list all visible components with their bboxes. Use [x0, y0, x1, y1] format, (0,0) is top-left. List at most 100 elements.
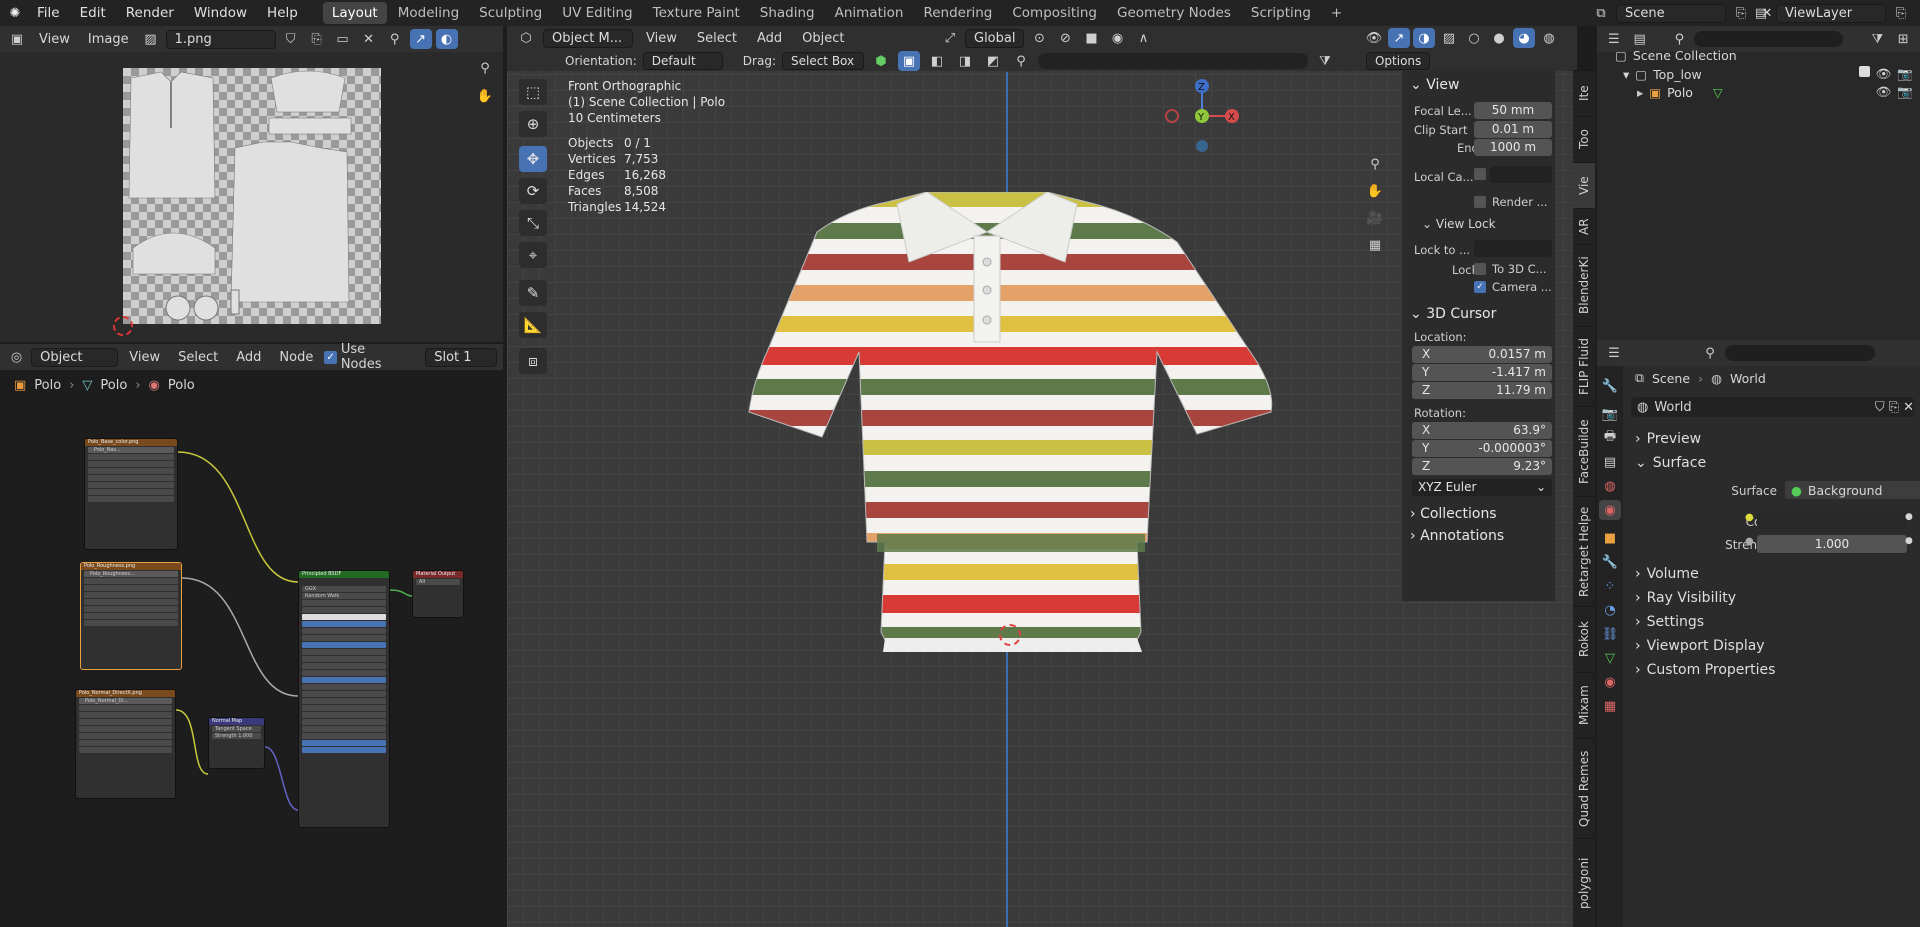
- unlink-image-icon[interactable]: ✕: [358, 29, 380, 49]
- strength-socket-icon[interactable]: ●: [1745, 536, 1754, 547]
- select-mode-icon[interactable]: ⬢: [870, 51, 892, 71]
- overlay-icon[interactable]: ◑: [1413, 28, 1435, 48]
- outliner-row-polo[interactable]: ▸ ▣ Polo ▽ 👁 📷: [1637, 84, 1913, 100]
- gizmo-toggle-icon[interactable]: ◐: [435, 29, 458, 49]
- output-tab-icon[interactable]: 🖶: [1599, 428, 1621, 448]
- strength-field[interactable]: 1.000: [1757, 535, 1907, 553]
- lock-to-cursor-checkbox[interactable]: [1474, 263, 1486, 275]
- world-browse-icon[interactable]: ◍: [1637, 400, 1648, 415]
- tool-transform[interactable]: ⌖: [519, 242, 547, 268]
- blender-logo-icon[interactable]: ✺: [4, 3, 26, 23]
- node-bsdf-sss[interactable]: Random Walk: [302, 593, 386, 599]
- clip-start-field[interactable]: 0.01 m: [1474, 121, 1552, 138]
- lock-camera-checkbox[interactable]: ✓: [1474, 281, 1486, 293]
- xray-icon[interactable]: ▨: [1438, 28, 1460, 48]
- tab-item[interactable]: Ite: [1573, 70, 1595, 116]
- world-tab-icon[interactable]: ◉: [1599, 500, 1621, 520]
- world-unlink-icon[interactable]: ✕: [1903, 400, 1914, 415]
- clip-end-field[interactable]: 1000 m: [1474, 139, 1552, 156]
- node-roughness-image[interactable]: Polo_Roughness...: [84, 571, 178, 577]
- outliner-type-icon[interactable]: ☰: [1603, 29, 1625, 49]
- focal-length-field[interactable]: 50 mm: [1474, 102, 1552, 119]
- image-name-field[interactable]: 1.png: [165, 29, 276, 49]
- tab-ar[interactable]: AR: [1573, 208, 1595, 244]
- expand-arrow-icon[interactable]: ▸: [1637, 85, 1643, 100]
- node-roughness-texture[interactable]: Polo_Roughness.png Polo_Roughness...: [80, 562, 182, 670]
- node-output-target[interactable]: All: [416, 579, 460, 585]
- collections-section-header[interactable]: › Collections: [1410, 506, 1497, 522]
- drag-dropdown[interactable]: Select Box: [781, 52, 864, 70]
- outliner-filter-icon[interactable]: ⧩: [1867, 29, 1889, 49]
- modifier-tab-icon[interactable]: 🔧: [1599, 552, 1621, 572]
- tab-mixamo[interactable]: Mixam: [1573, 672, 1595, 738]
- world-fake-user-icon[interactable]: ⛉: [1875, 400, 1885, 415]
- cursor-rot-y-field[interactable]: Y -0.000003°: [1412, 440, 1552, 457]
- tool-rotate[interactable]: ⟳: [519, 178, 547, 204]
- cursor-loc-y-field[interactable]: Y -1.417 m: [1412, 364, 1552, 381]
- cursor-rot-x-field[interactable]: X 63.9°: [1412, 422, 1552, 439]
- new-viewlayer-icon[interactable]: ⎘: [1890, 3, 1912, 23]
- material-preview-icon[interactable]: ◕: [1513, 28, 1535, 48]
- world-new-icon[interactable]: ⎘: [1889, 400, 1899, 415]
- section-settings[interactable]: › Settings: [1635, 614, 1704, 630]
- local-camera-field[interactable]: [1490, 166, 1552, 183]
- tab-tool[interactable]: Too: [1573, 116, 1595, 162]
- viewport-menu-object[interactable]: Object: [795, 29, 851, 48]
- tab-layout[interactable]: Layout: [322, 2, 387, 24]
- viewport-search-field[interactable]: [1037, 53, 1308, 69]
- section-preview[interactable]: › Preview: [1635, 431, 1701, 447]
- tab-retarget-helper[interactable]: Retarget Helpe: [1573, 496, 1595, 606]
- section-surface[interactable]: ⌄ Surface: [1635, 455, 1706, 471]
- select-new-icon[interactable]: ▣: [897, 51, 920, 71]
- close-viewlayer-icon[interactable]: ✕: [1916, 3, 1920, 23]
- strength-keyframe-icon[interactable]: ●: [1905, 536, 1913, 546]
- transform-orientation-dropdown[interactable]: Global: [965, 28, 1025, 48]
- rotation-mode-dropdown[interactable]: XYZ Euler ⌄: [1412, 479, 1552, 496]
- proportional-edit-icon[interactable]: ◉: [1106, 28, 1128, 48]
- tab-flip-fluid[interactable]: FLIP Fluid: [1573, 326, 1595, 406]
- image-browse-icon[interactable]: ▨: [140, 29, 162, 49]
- select-extend-icon[interactable]: ◧: [926, 51, 948, 71]
- object-mode-dropdown[interactable]: Object M...: [543, 28, 633, 48]
- navigation-gizmo[interactable]: Z Y X: [1157, 74, 1247, 174]
- tool-measure[interactable]: 📐: [519, 312, 547, 338]
- constraints-tab-icon[interactable]: ⛓: [1599, 624, 1621, 644]
- node-normal-texture[interactable]: Polo_Normal_DirectX.png Polo_Normal_Di..…: [75, 689, 176, 799]
- tool-scale[interactable]: ⤡: [519, 210, 547, 236]
- color-keyframe-icon[interactable]: ●: [1905, 512, 1913, 522]
- tab-rokoko[interactable]: Rokok: [1573, 606, 1595, 672]
- tool-tab-icon[interactable]: 🔧: [1599, 376, 1621, 396]
- view-layer-tab-icon[interactable]: ▤: [1599, 452, 1621, 472]
- node-material-output[interactable]: Material Output All: [412, 570, 464, 618]
- wireframe-shading-icon[interactable]: ○: [1463, 28, 1485, 48]
- filter-icon[interactable]: ⧩: [1314, 51, 1336, 71]
- outliner-search-field[interactable]: [1694, 31, 1843, 47]
- tab-quad-remesher[interactable]: Quad Remes: [1573, 738, 1595, 838]
- world-selector[interactable]: ◍ World ⛉ ⎘ ✕: [1631, 397, 1914, 417]
- lock-to-object-field[interactable]: [1474, 240, 1552, 257]
- image-menu-view[interactable]: View: [32, 30, 77, 49]
- tab-blenderkit[interactable]: BlenderKi: [1573, 244, 1595, 326]
- tab-shading[interactable]: Shading: [751, 2, 824, 24]
- 2d-cursor-icon[interactable]: [113, 316, 133, 336]
- tool-move[interactable]: ✥: [519, 146, 547, 172]
- properties-type-icon[interactable]: ☰: [1603, 343, 1625, 363]
- tab-rendering[interactable]: Rendering: [914, 2, 1001, 24]
- tab-polygoniq[interactable]: polygoni: [1573, 838, 1595, 927]
- tab-texture-paint[interactable]: Texture Paint: [644, 2, 749, 24]
- fake-user-icon[interactable]: ⛉: [280, 29, 302, 49]
- tab-facebuilder[interactable]: FaceBuilde: [1573, 406, 1595, 496]
- node-bsdf-dist[interactable]: GGX: [302, 586, 386, 592]
- color-socket-icon[interactable]: ●: [1745, 512, 1754, 523]
- menu-window[interactable]: Window: [185, 5, 256, 21]
- node-normal-map-space[interactable]: Tangent Space: [212, 726, 261, 732]
- object-tab-icon[interactable]: ■: [1599, 528, 1621, 548]
- snap-target-icon[interactable]: ■: [1080, 28, 1102, 48]
- section-custom-properties[interactable]: › Custom Properties: [1635, 662, 1775, 678]
- options-dropdown[interactable]: Options: [1365, 52, 1431, 70]
- tab-sculpting[interactable]: Sculpting: [470, 2, 551, 24]
- section-volume[interactable]: › Volume: [1635, 566, 1699, 582]
- particles-tab-icon[interactable]: ⁘: [1599, 576, 1621, 596]
- section-viewport-display[interactable]: › Viewport Display: [1635, 638, 1765, 654]
- select-subtract-icon[interactable]: ◨: [954, 51, 976, 71]
